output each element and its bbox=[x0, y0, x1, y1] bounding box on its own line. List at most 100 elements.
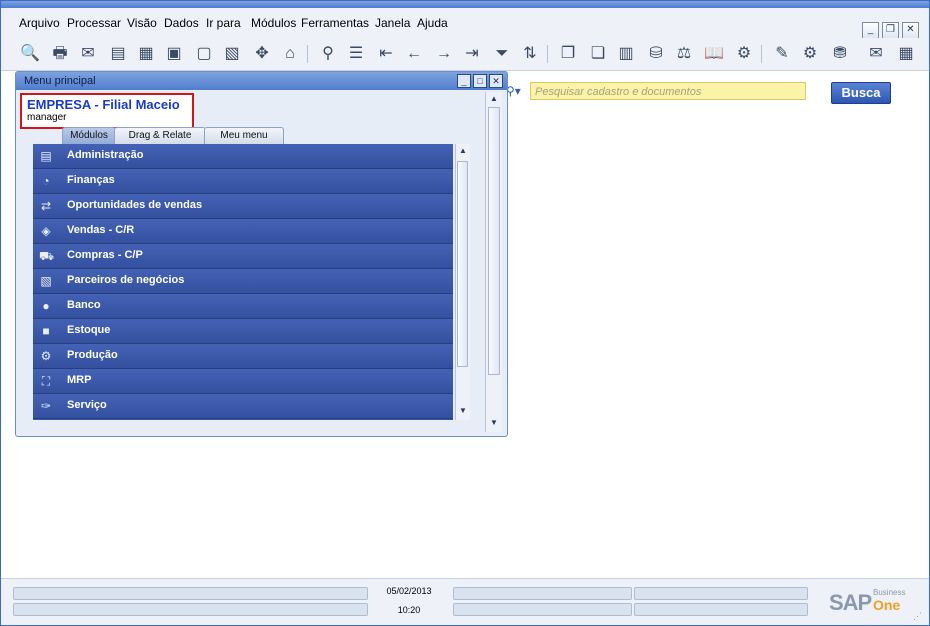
tab-drag-relate[interactable]: Drag & Relate bbox=[114, 127, 206, 144]
scroll-down-icon[interactable]: ▼ bbox=[458, 406, 468, 416]
status-field bbox=[13, 587, 368, 600]
title-band bbox=[1, 1, 929, 8]
payment-icon[interactable]: ⛁ bbox=[645, 43, 667, 65]
logo-sap: SAP bbox=[829, 590, 872, 615]
tab-meu-menu[interactable]: Meu menu bbox=[204, 127, 284, 144]
module-servico[interactable]: ✑ Serviço bbox=[33, 394, 453, 419]
edit-form-icon[interactable]: ✎ bbox=[771, 43, 793, 65]
resize-grip-icon[interactable]: ⋰ bbox=[913, 611, 923, 621]
status-date: 05/02/2013 bbox=[386, 586, 432, 596]
module-list-scrollbar[interactable]: ▲ ▼ bbox=[455, 144, 470, 420]
lock-screen-icon[interactable]: ⌂ bbox=[279, 43, 301, 65]
menu-ir-para[interactable]: Ir para bbox=[206, 16, 241, 30]
module-estoque[interactable]: ■ Estoque bbox=[33, 319, 453, 344]
menu-visao[interactable]: Visão bbox=[127, 16, 157, 30]
scroll-thumb[interactable] bbox=[488, 107, 500, 375]
export-pdf-icon[interactable]: ▧ bbox=[221, 43, 243, 65]
add-icon[interactable]: ☰ bbox=[345, 43, 367, 65]
sap-business-one-logo: SAP Business One bbox=[829, 588, 909, 618]
base-document-icon[interactable]: ❐ bbox=[557, 43, 579, 65]
menu-dados[interactable]: Dados bbox=[164, 16, 199, 30]
scroll-thumb[interactable] bbox=[457, 161, 468, 367]
module-vendas[interactable]: ◈ Vendas - C/R bbox=[33, 219, 453, 244]
status-field bbox=[453, 587, 632, 600]
database-icon[interactable]: ⛃ bbox=[829, 43, 851, 65]
module-label: MRP bbox=[67, 374, 92, 386]
filter-icon[interactable]: ⏷ bbox=[491, 43, 513, 65]
module-label: Estoque bbox=[67, 324, 111, 336]
menu-ajuda[interactable]: Ajuda bbox=[417, 16, 448, 30]
tab-modulos[interactable]: Módulos bbox=[62, 127, 116, 144]
main-menu-controls: _ □ ✕ bbox=[457, 74, 503, 88]
sms-icon[interactable]: ▤ bbox=[107, 43, 129, 65]
previous-record-icon[interactable]: ← bbox=[403, 43, 425, 65]
close-button[interactable]: ✕ bbox=[902, 22, 919, 39]
status-field bbox=[453, 603, 632, 616]
main-menu-title: Menu principal bbox=[24, 75, 96, 87]
module-compras[interactable]: ⛟ Compras - C/P bbox=[33, 244, 453, 269]
menu-bar: Arquivo Processar Visão Dados Ir para Mó… bbox=[1, 8, 929, 39]
minimize-icon[interactable]: _ bbox=[457, 74, 471, 88]
production-icon: ⚙ bbox=[40, 349, 52, 363]
settings-view-icon[interactable]: ⚙ bbox=[733, 43, 755, 65]
calendar-icon[interactable]: ▦ bbox=[895, 43, 917, 65]
find-icon[interactable]: ⚲ bbox=[317, 43, 339, 65]
sort-icon[interactable]: ⇅ bbox=[519, 43, 541, 65]
first-record-icon[interactable]: ⇤ bbox=[375, 43, 397, 65]
module-label: Vendas - C/R bbox=[67, 224, 135, 236]
logo-one: One bbox=[873, 597, 901, 613]
module-mrp[interactable]: ⛶ MRP bbox=[33, 369, 453, 394]
scroll-up-icon[interactable]: ▲ bbox=[458, 146, 468, 156]
service-icon: ✑ bbox=[40, 399, 52, 413]
balance-icon[interactable]: ⚖ bbox=[673, 43, 695, 65]
menu-ferramentas[interactable]: Ferramentas bbox=[301, 16, 369, 30]
preview-icon[interactable]: 🔍 bbox=[19, 43, 41, 65]
scroll-up-icon[interactable]: ▲ bbox=[489, 94, 499, 104]
module-oportunidades[interactable]: ⇄ Oportunidades de vendas bbox=[33, 194, 453, 219]
fax-icon[interactable]: ▦ bbox=[135, 43, 157, 65]
scroll-down-icon[interactable]: ▼ bbox=[489, 418, 499, 428]
menu-janela[interactable]: Janela bbox=[375, 16, 410, 30]
search-input[interactable]: Pesquisar cadastro e documentos bbox=[530, 82, 806, 100]
export-excel-icon[interactable]: ▣ bbox=[163, 43, 185, 65]
target-document-icon[interactable]: ❏ bbox=[587, 43, 609, 65]
business-partners-icon: ▧ bbox=[40, 274, 52, 288]
search-button[interactable]: Busca bbox=[831, 82, 891, 104]
toolbar-separator bbox=[547, 45, 548, 63]
inventory-icon: ■ bbox=[42, 324, 50, 338]
company-name: EMPRESA - Filial Maceio bbox=[27, 97, 180, 112]
print-icon[interactable]: 🖶 bbox=[49, 43, 71, 65]
module-parceiros[interactable]: ▧ Parceiros de negócios bbox=[33, 269, 453, 294]
move-icon[interactable]: ✥ bbox=[251, 43, 273, 65]
module-banco[interactable]: ● Banco bbox=[33, 294, 453, 319]
send-email-icon[interactable]: ✉ bbox=[77, 43, 99, 65]
module-producao[interactable]: ⚙ Produção bbox=[33, 344, 453, 369]
close-icon[interactable]: ✕ bbox=[489, 74, 503, 88]
last-record-icon[interactable]: ⇥ bbox=[461, 43, 483, 65]
module-financas[interactable]: ◔ Finanças bbox=[33, 169, 453, 194]
module-label: Oportunidades de vendas bbox=[67, 199, 203, 211]
next-record-icon[interactable]: → bbox=[433, 43, 455, 65]
status-field bbox=[634, 603, 808, 616]
module-label: Compras - C/P bbox=[67, 249, 143, 261]
menu-processar[interactable]: Processar bbox=[67, 16, 121, 30]
journal-entry-icon[interactable]: ▥ bbox=[615, 43, 637, 65]
module-label: Produção bbox=[67, 349, 118, 361]
restore-button[interactable]: ❐ bbox=[882, 22, 899, 39]
menu-modulos[interactable]: Módulos bbox=[251, 16, 296, 30]
form-settings-icon[interactable]: ⚙ bbox=[799, 43, 821, 65]
main-menu-titlebar[interactable]: Menu principal _ □ ✕ bbox=[16, 72, 507, 90]
module-administracao[interactable]: ▤ Administração bbox=[33, 144, 453, 169]
search-icon[interactable]: ⚲▾ bbox=[506, 82, 530, 100]
messages-icon[interactable]: ✉ bbox=[865, 43, 887, 65]
menu-arquivo[interactable]: Arquivo bbox=[19, 16, 60, 30]
logo-business: Business bbox=[873, 588, 906, 597]
export-word-icon[interactable]: ▢ bbox=[193, 43, 215, 65]
opportunities-icon: ⇄ bbox=[40, 199, 52, 213]
toolbar-separator bbox=[307, 45, 308, 63]
minimize-button[interactable]: _ bbox=[862, 22, 879, 39]
status-time: 10:20 bbox=[397, 605, 421, 615]
main-menu-scrollbar[interactable]: ▲ ▼ bbox=[485, 92, 502, 432]
ledger-icon[interactable]: 📖 bbox=[703, 43, 725, 65]
maximize-icon[interactable]: □ bbox=[473, 74, 487, 88]
